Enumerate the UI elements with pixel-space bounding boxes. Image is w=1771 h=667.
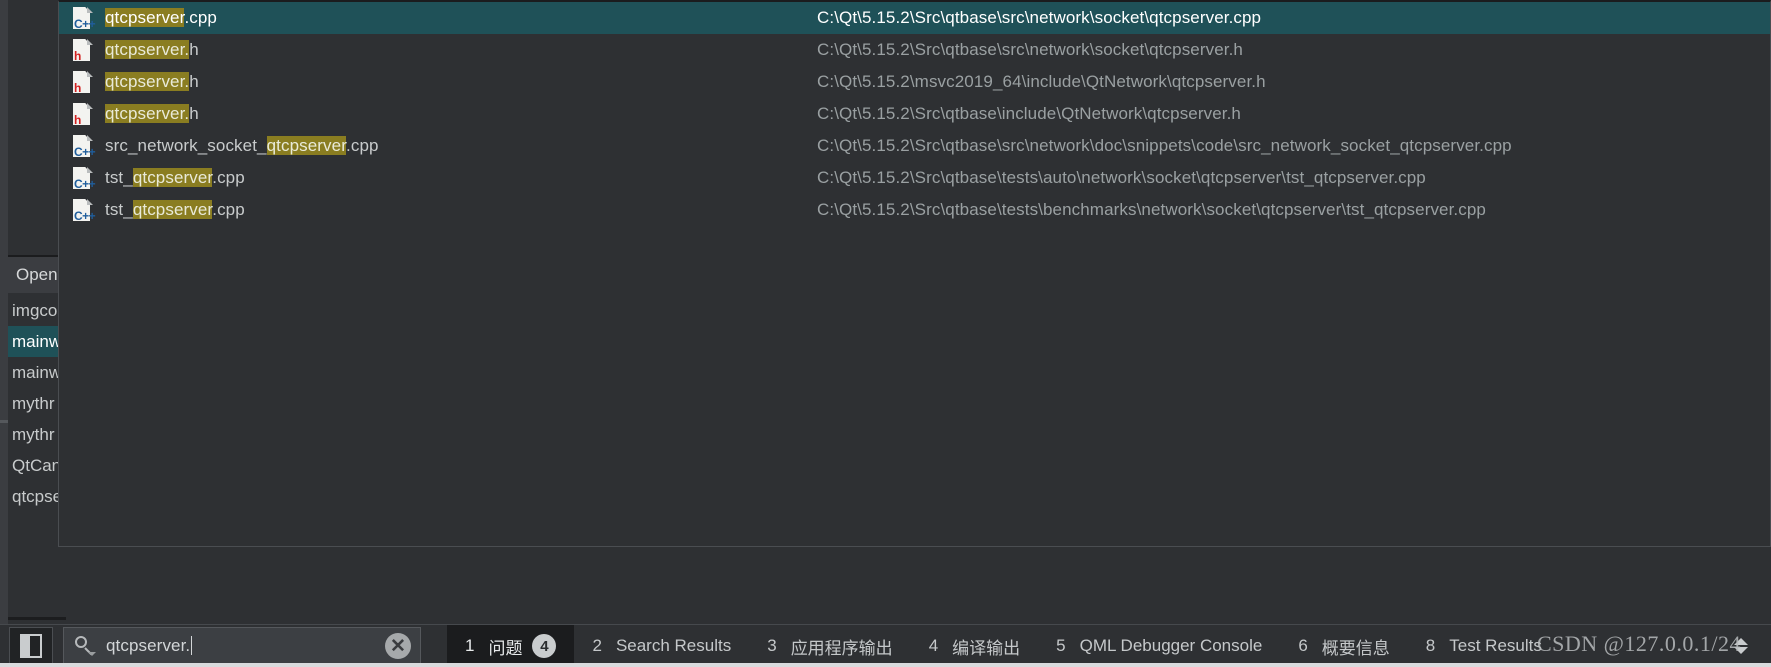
open-documents-header: Open xyxy=(8,255,58,293)
cpp-file-icon: C++ xyxy=(71,166,96,191)
list-item[interactable]: mainw xyxy=(8,326,58,357)
sidebar-toggle-icon xyxy=(20,634,42,658)
tab-label: Search Results xyxy=(615,636,732,655)
file-icon-label: h xyxy=(74,81,81,95)
result-file-path: C:\Qt\5.15.2\Src\qtbase\src\network\sock… xyxy=(817,8,1262,27)
table-row[interactable]: C++ tst_qtcpserver.cpp C:\Qt\5.15.2\Src\qt… xyxy=(59,162,1770,194)
text-cursor xyxy=(191,636,193,655)
list-item[interactable]: imgco xyxy=(8,295,58,326)
locator-results-popup[interactable]: C++ qtcpserver.cpp C:\Qt\5.15.2\Src\qtbase… xyxy=(58,0,1771,547)
tab-number: 3 xyxy=(767,636,777,655)
tab-number: 6 xyxy=(1298,636,1308,655)
result-file-name: tst_qtcpserver.cpp xyxy=(105,168,245,187)
updown-arrows-icon[interactable] xyxy=(1733,632,1749,660)
status-badge: 4 xyxy=(532,634,557,658)
table-row[interactable]: C++ src_network_socket_qtcpserver.cpp C:\Q… xyxy=(59,130,1770,162)
watermark-text: CSDN @127.0.0.1/24 xyxy=(1536,631,1741,656)
tab-8[interactable]: 8 Test Results xyxy=(1408,625,1560,667)
result-file-name: qtcpserver.h xyxy=(105,40,199,59)
gutter-split-marker xyxy=(0,420,8,423)
tab-label: 概要信息 xyxy=(1321,638,1390,658)
result-file-path: C:\Qt\5.15.2\Src\qtbase\include\QtNetwor… xyxy=(817,104,1241,123)
h-file-icon: h xyxy=(71,102,93,126)
file-icon-label: C++ xyxy=(74,17,96,31)
h-file-icon: h xyxy=(71,70,93,94)
result-file-name: qtcpserver.cpp xyxy=(105,8,217,27)
clear-search-button[interactable]: ✕ xyxy=(385,633,411,659)
output-pane-tabs: 1 问题 4 2 Search Results 3 应用程序输出 4 编译输出 5 QML Debu… xyxy=(447,624,1560,667)
list-item[interactable]: qtcpse xyxy=(8,481,58,512)
locator-results-list: C++ qtcpserver.cpp C:\Qt\5.15.2\Src\qtbase… xyxy=(59,2,1770,226)
tab-2[interactable]: 2 Search Results xyxy=(574,625,749,667)
app-window: Open imgco mainw mainw mythr mythr QtCan qtcps… xyxy=(0,0,1771,667)
tab-1[interactable]: 1 问题 4 xyxy=(447,624,575,667)
table-row[interactable]: C++ qtcpserver.cpp C:\Qt\5.15.2\Src\qtbase… xyxy=(59,2,1770,34)
cpp-file-icon: C++ xyxy=(71,198,96,223)
tab-label: 应用程序输出 xyxy=(790,638,893,658)
cpp-file-icon: C++ xyxy=(71,6,96,31)
cpp-file-icon: C++ xyxy=(71,134,96,159)
h-file-icon: h xyxy=(71,38,93,62)
tab-number: 1 xyxy=(465,636,475,655)
result-file-path: C:\Qt\5.15.2\Src\qtbase\src\network\sock… xyxy=(817,40,1243,59)
search-input-value: qtcpserver. xyxy=(106,636,191,655)
table-row[interactable]: h qtcpserver.h C:\Qt\5.15.2\Src\qtbase\inc… xyxy=(59,98,1770,130)
tab-5[interactable]: 5 QML Debugger Console xyxy=(1038,625,1280,667)
file-icon-label: C++ xyxy=(74,177,96,191)
result-file-name: qtcpserver.h xyxy=(105,104,199,123)
result-file-name: tst_qtcpserver.cpp xyxy=(105,200,245,219)
table-row[interactable]: h qtcpserver.h C:\Qt\5.15.2\Src\qtbase\src… xyxy=(59,34,1770,66)
open-documents-list: imgco mainw mainw mythr mythr QtCan qtcpse xyxy=(8,293,58,512)
tab-label: 编译输出 xyxy=(952,638,1021,658)
result-file-name: qtcpserver.h xyxy=(105,72,199,91)
window-bottom-edge xyxy=(0,663,1771,667)
tab-number: 5 xyxy=(1056,636,1066,655)
file-icon-label: h xyxy=(74,49,81,63)
file-icon-label: C++ xyxy=(74,145,96,159)
editor-strip-bottom-line xyxy=(8,617,66,620)
sidebar-toggle-button[interactable] xyxy=(9,626,53,666)
file-icon-label: h xyxy=(74,113,81,127)
tab-label: QML Debugger Console xyxy=(1079,636,1263,655)
tab-number: 2 xyxy=(592,636,602,655)
file-icon-label: C++ xyxy=(74,209,96,223)
list-item[interactable]: QtCan xyxy=(8,450,58,481)
tab-6[interactable]: 6 概要信息 xyxy=(1280,625,1407,667)
list-item[interactable]: mainw xyxy=(8,357,58,388)
result-file-path: C:\Qt\5.15.2\msvc2019_64\include\QtNetwo… xyxy=(817,72,1266,91)
result-file-path: C:\Qt\5.15.2\Src\qtbase\src\network\doc\… xyxy=(817,136,1512,155)
result-file-path: C:\Qt\5.15.2\Src\qtbase\tests\auto\netwo… xyxy=(817,168,1426,187)
search-icon xyxy=(74,635,96,657)
list-item[interactable]: mythr xyxy=(8,419,58,450)
clear-circle-icon: ✕ xyxy=(390,635,406,657)
tab-4[interactable]: 4 编译输出 xyxy=(911,625,1038,667)
tab-label: 问题 xyxy=(488,638,523,658)
table-row[interactable]: C++ tst_qtcpserver.cpp C:\Qt\5.15.2\Src\qt… xyxy=(59,194,1770,226)
search-input[interactable]: qtcpserver. xyxy=(106,636,193,656)
result-file-name: src_network_socket_qtcpserver.cpp xyxy=(105,136,379,155)
tab-label: Test Results xyxy=(1449,636,1542,655)
list-item[interactable]: mythr xyxy=(8,388,58,419)
open-documents-panel: Open imgco mainw mainw mythr mythr QtCan qtcps… xyxy=(8,255,58,555)
tab-number: 4 xyxy=(928,636,939,655)
tab-number: 8 xyxy=(1425,636,1436,655)
bottom-bar: qtcpserver. ✕ 1 问题 4 2 Search Results 3 应用程序输出… xyxy=(0,624,1771,667)
editor-left-gutter xyxy=(0,0,8,624)
locator-search-box[interactable]: qtcpserver. ✕ xyxy=(63,626,421,666)
tab-3[interactable]: 3 应用程序输出 xyxy=(749,625,910,667)
table-row[interactable]: h qtcpserver.h C:\Qt\5.15.2\msvc2019_64\in… xyxy=(59,66,1770,98)
result-file-path: C:\Qt\5.15.2\Src\qtbase\tests\benchmarks… xyxy=(817,200,1486,219)
